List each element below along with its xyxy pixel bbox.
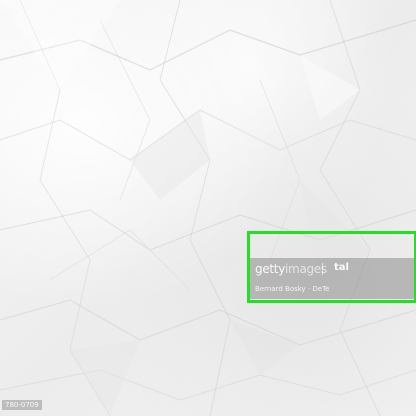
watermark-highlight-box [247, 231, 416, 303]
image-id-label: 780-0709 [2, 400, 42, 410]
paper-crease-pattern [0, 0, 416, 416]
paper-texture-image: gettyimages tal Bernard Bosky · DeTe 780… [0, 0, 416, 416]
